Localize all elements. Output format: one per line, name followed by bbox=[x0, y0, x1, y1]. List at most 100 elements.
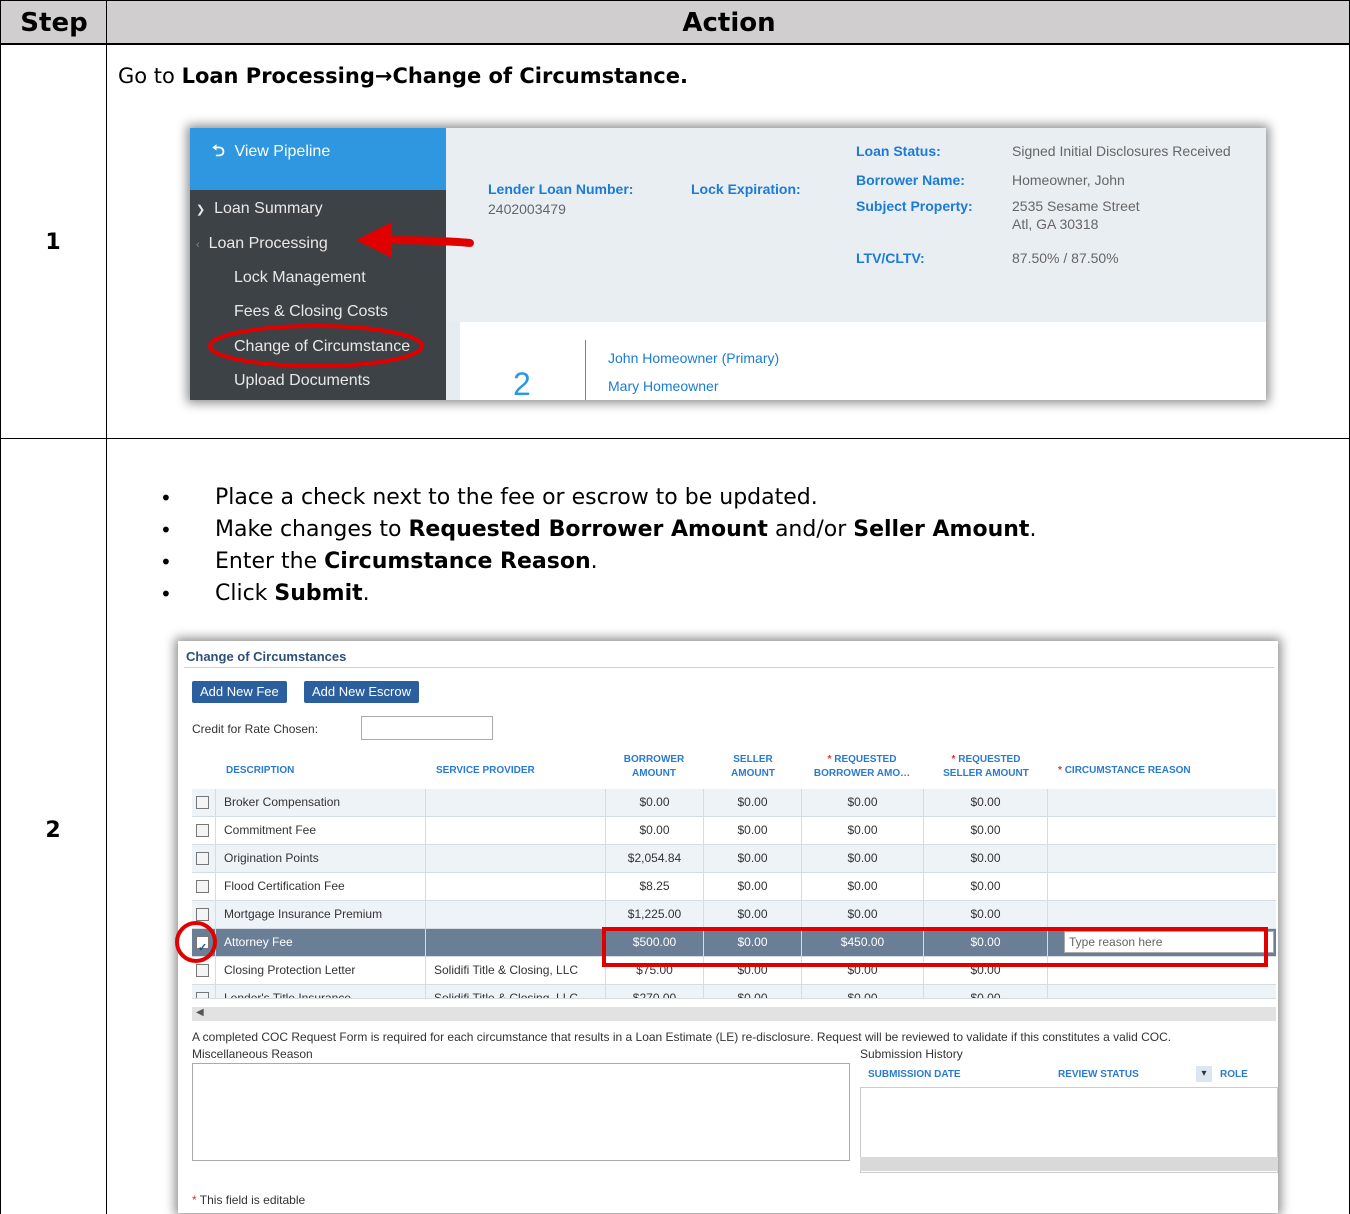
table-row[interactable]: Flood Certification Fee $8.25 $0.00 $0.0… bbox=[192, 873, 1276, 901]
scroll-left-icon[interactable]: ◀ bbox=[196, 1007, 204, 1018]
sidebar-item-change-of-circumstance[interactable]: Change of Circumstance bbox=[234, 338, 410, 356]
sort-dropdown-icon[interactable]: ▾ bbox=[1196, 1066, 1212, 1082]
loan-status-value: Signed Initial Disclosures Received bbox=[1012, 143, 1231, 159]
borrower-link-secondary[interactable]: Mary Homeowner bbox=[608, 378, 718, 394]
grid-horizontal-scrollbar[interactable]: ◀ bbox=[192, 1007, 1276, 1021]
misc-reason-textarea[interactable] bbox=[192, 1063, 850, 1161]
view-pipeline-button[interactable]: ⮌ View Pipeline bbox=[190, 128, 446, 190]
checkbox-icon[interactable] bbox=[196, 908, 209, 921]
cell-requested-borrower[interactable]: $0.00 bbox=[802, 845, 924, 873]
checkbox-icon[interactable] bbox=[196, 964, 209, 977]
step-number-1: 1 bbox=[45, 230, 61, 255]
cell-requested-borrower[interactable]: $0.00 bbox=[802, 985, 924, 998]
bullet-bold: Circumstance Reason bbox=[324, 549, 591, 574]
borrower-divider bbox=[585, 340, 586, 400]
bullet-text: Place a check next to the fee or escrow … bbox=[215, 485, 818, 510]
loan-status-label: Loan Status: bbox=[856, 143, 941, 159]
checkbox-icon[interactable] bbox=[196, 992, 209, 998]
checkbox-cell[interactable] bbox=[192, 901, 216, 929]
checkbox-icon[interactable] bbox=[196, 824, 209, 837]
cell-requested-seller[interactable]: $0.00 bbox=[924, 901, 1048, 929]
required-mark: * bbox=[1058, 765, 1062, 776]
borrower-link-primary[interactable]: John Homeowner (Primary) bbox=[608, 350, 779, 366]
sidebar-item-loan-processing[interactable]: ‹ Loan Processing bbox=[196, 235, 328, 253]
bullet-text: and/or bbox=[767, 517, 854, 542]
table-row[interactable]: Mortgage Insurance Premium $1,225.00 $0.… bbox=[192, 901, 1276, 929]
cell-requested-borrower[interactable]: $0.00 bbox=[802, 873, 924, 901]
cell-description: Flood Certification Fee bbox=[216, 873, 426, 901]
cell-borrower-amount: $500.00 bbox=[606, 929, 704, 957]
cell-requested-seller[interactable]: $0.00 bbox=[924, 985, 1048, 998]
cell-requested-borrower[interactable]: $0.00 bbox=[802, 817, 924, 845]
lender-loan-number-label: Lender Loan Number: bbox=[488, 181, 634, 197]
sidebar-item-loan-summary[interactable]: ❯ Loan Summary bbox=[196, 200, 323, 218]
col-label-line2: AMOUNT bbox=[731, 768, 775, 779]
sidebar-item-upload-documents[interactable]: Upload Documents bbox=[234, 372, 370, 390]
checkbox-icon[interactable] bbox=[196, 852, 209, 865]
checkbox-cell[interactable] bbox=[192, 929, 216, 961]
table-header-row: Step Action bbox=[0, 0, 1350, 44]
cell-requested-seller[interactable]: $0.00 bbox=[924, 957, 1048, 985]
circumstance-reason-input[interactable]: Type reason here bbox=[1064, 931, 1274, 953]
col-label-line1: REQUESTED bbox=[834, 754, 897, 765]
required-mark: * bbox=[827, 754, 832, 765]
cell-requested-seller[interactable]: $0.00 bbox=[924, 929, 1048, 957]
table-row[interactable]: Origination Points $2,054.84 $0.00 $0.00… bbox=[192, 845, 1276, 873]
borrower-count: 2 bbox=[513, 366, 531, 400]
cell-requested-seller[interactable]: $0.00 bbox=[924, 873, 1048, 901]
cell-requested-seller[interactable]: $0.00 bbox=[924, 817, 1048, 845]
title-divider bbox=[184, 667, 1274, 668]
bullet-text: . bbox=[362, 581, 370, 606]
add-new-escrow-button[interactable]: Add New Escrow bbox=[304, 681, 419, 703]
instruction-path: Loan Processing→Change of Circumstance. bbox=[181, 64, 688, 88]
checkbox-cell[interactable] bbox=[192, 845, 216, 873]
history-horizontal-scrollbar[interactable] bbox=[860, 1157, 1278, 1171]
col-label-line2: BORROWER AMO… bbox=[813, 768, 911, 779]
table-row-selected[interactable]: Attorney Fee $500.00 $0.00 $450.00 $0.00… bbox=[192, 929, 1276, 961]
bullet-text: Make changes to bbox=[215, 517, 409, 542]
checkbox-icon[interactable] bbox=[196, 880, 209, 893]
col-seller-amount: SELLER AMOUNT bbox=[718, 753, 788, 781]
checkbox-cell[interactable] bbox=[192, 873, 216, 901]
cell-seller-amount: $0.00 bbox=[704, 985, 802, 998]
sidebar-item-lock-management[interactable]: Lock Management bbox=[234, 269, 366, 287]
cell-borrower-amount: $0.00 bbox=[606, 817, 704, 845]
header-gap bbox=[446, 310, 1266, 322]
instruction-prefix: Go to bbox=[118, 64, 182, 88]
table-row[interactable]: Broker Compensation $0.00 $0.00 $0.00 $0… bbox=[192, 789, 1276, 817]
sidebar-item-fees-closing[interactable]: Fees & Closing Costs bbox=[234, 303, 388, 321]
checkbox-cell[interactable] bbox=[192, 957, 216, 985]
cell-seller-amount: $0.00 bbox=[704, 929, 802, 957]
lock-expiration-label: Lock Expiration: bbox=[691, 181, 801, 197]
cell-requested-borrower[interactable]: $0.00 bbox=[802, 789, 924, 817]
cell-provider bbox=[426, 817, 606, 845]
cell-provider: Solidifi Title & Closing, LLC bbox=[426, 957, 606, 985]
table-row[interactable]: Commitment Fee $0.00 $0.00 $0.00 $0.00 bbox=[192, 817, 1276, 845]
table-row[interactable]: Closing Protection Letter Solidifi Title… bbox=[192, 957, 1276, 985]
bullet-text: Enter the bbox=[215, 549, 325, 574]
add-new-fee-button[interactable]: Add New Fee bbox=[192, 681, 287, 703]
col-service-provider: SERVICE PROVIDER bbox=[436, 765, 535, 776]
cell-seller-amount: $0.00 bbox=[704, 817, 802, 845]
back-arrow-icon: ⮌ bbox=[212, 143, 225, 160]
checkbox-cell[interactable] bbox=[192, 985, 216, 998]
bullet-bold: Requested Borrower Amount bbox=[408, 517, 768, 542]
credit-input[interactable] bbox=[361, 716, 493, 740]
table-row[interactable]: Lender's Title Insurance Solidifi Title … bbox=[192, 985, 1276, 999]
header-bottom-line bbox=[0, 44, 1350, 45]
step1-instruction: Go to Loan Processing→Change of Circumst… bbox=[118, 64, 688, 88]
cell-requested-seller[interactable]: $0.00 bbox=[924, 789, 1048, 817]
bullet-bold: Submit bbox=[274, 581, 363, 606]
cell-provider bbox=[426, 929, 606, 957]
bullet-item: Place a check next to the fee or escrow … bbox=[160, 482, 1036, 514]
checkbox-icon[interactable] bbox=[196, 796, 209, 809]
cell-requested-seller[interactable]: $0.00 bbox=[924, 845, 1048, 873]
cell-requested-borrower[interactable]: $0.00 bbox=[802, 957, 924, 985]
checkbox-checked-icon[interactable] bbox=[196, 935, 209, 961]
cell-requested-borrower[interactable]: $0.00 bbox=[802, 901, 924, 929]
checkbox-cell[interactable] bbox=[192, 817, 216, 845]
header-action: Action bbox=[682, 8, 776, 38]
cell-requested-borrower[interactable]: $450.00 bbox=[802, 929, 924, 957]
cell-description: Broker Compensation bbox=[216, 789, 426, 817]
checkbox-cell[interactable] bbox=[192, 789, 216, 817]
